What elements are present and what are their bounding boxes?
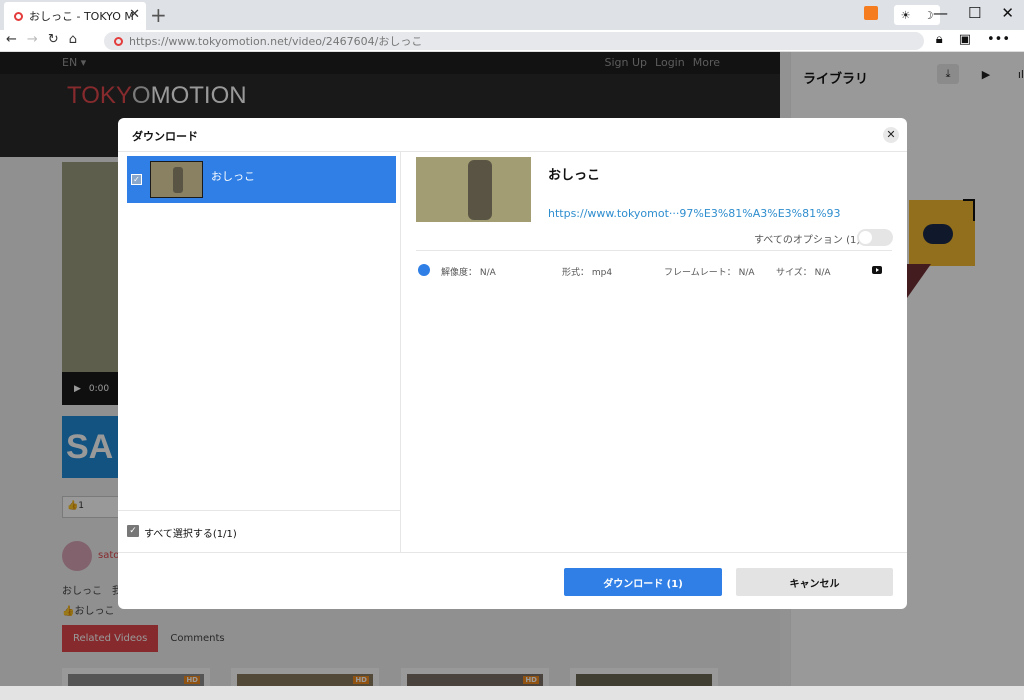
resolution-value: 解像度： N/A [441, 268, 496, 278]
divider [416, 250, 892, 251]
video-details: おしっこ https://www.tokyomot···97%E3%81%A3%… [402, 152, 907, 552]
gift-icon[interactable] [864, 6, 878, 20]
sun-icon[interactable]: ☀ [901, 9, 911, 22]
format-value: 形式： mp4 [562, 268, 613, 278]
download-button[interactable]: ダウンロード (1) [564, 568, 722, 596]
detail-title: おしっこ [548, 168, 601, 183]
toolbar-right: 🔒︎ ▣ ••• [936, 32, 1010, 47]
reload-icon[interactable]: ↻ [48, 32, 59, 47]
url-bar[interactable]: https://www.tokyomotion.net/video/246760… [104, 32, 924, 50]
list-item[interactable]: ✓ おしっこ [127, 156, 396, 203]
download-dialog: ダウンロード ✕ ✓ おしっこ ✓ すべて選択する(1/1) おしっこ http… [118, 118, 907, 609]
home-icon[interactable]: ⌂ [69, 32, 77, 47]
size-value: サイズ： N/A [776, 268, 831, 278]
dialog-footer: ダウンロード (1) キャンセル [118, 552, 907, 609]
window-controls: — ☐ ✕ [933, 4, 1014, 22]
detail-url[interactable]: https://www.tokyomot···97%E3%81%A3%E3%81… [548, 207, 841, 220]
nav-buttons: ← → ↻ ⌂ [6, 32, 77, 47]
all-options-label: すべてのオプション (1) [754, 235, 861, 246]
site-favicon-icon [14, 11, 23, 21]
tab-title: おしっこ - TOKYO M [29, 10, 134, 23]
detail-thumbnail [416, 157, 531, 222]
select-all-row: ✓ すべて選択する(1/1) [118, 510, 401, 552]
format-radio[interactable] [418, 264, 430, 276]
browser-tab[interactable]: おしっこ - TOKYO M ✕ [4, 2, 146, 30]
url-text: https://www.tokyomotion.net/video/246760… [129, 35, 423, 48]
youtube-icon [872, 266, 882, 274]
tab-bar: おしっこ - TOKYO M ✕ + ☀ ☽ — ☐ ✕ [0, 0, 1024, 30]
downloader-icon[interactable]: ▣ [959, 32, 971, 47]
cancel-button[interactable]: キャンセル [736, 568, 893, 596]
site-security-icon [114, 36, 123, 46]
minimize-icon[interactable]: — [933, 4, 948, 22]
item-title: おしっこ [211, 170, 255, 183]
tab-close-icon[interactable]: ✕ [129, 7, 140, 22]
dialog-close-icon[interactable]: ✕ [883, 127, 899, 143]
window-close-icon[interactable]: ✕ [1001, 4, 1014, 22]
status-bar [0, 686, 1024, 700]
forward-icon[interactable]: → [27, 32, 38, 47]
all-options-toggle[interactable] [857, 229, 893, 246]
video-list: ✓ おしっこ ✓ すべて選択する(1/1) [118, 152, 401, 552]
more-icon[interactable]: ••• [987, 32, 1010, 47]
format-option-row[interactable]: 解像度： N/A 形式： mp4 フレームレート： N/A サイズ： N/A [416, 259, 892, 281]
back-icon[interactable]: ← [6, 32, 17, 47]
select-all-label[interactable]: すべて選択する(1/1) [144, 525, 237, 540]
dialog-title: ダウンロード [132, 130, 198, 143]
address-row: ← → ↻ ⌂ https://www.tokyomotion.net/vide… [0, 30, 1024, 52]
lock-icon[interactable]: 🔒︎ [936, 32, 943, 47]
item-thumbnail [150, 161, 203, 198]
moon-icon[interactable]: ☽ [924, 9, 934, 22]
new-tab-button[interactable]: + [150, 3, 167, 27]
item-checkbox[interactable]: ✓ [131, 174, 142, 185]
select-all-checkbox[interactable]: ✓ [127, 525, 139, 537]
maximize-icon[interactable]: ☐ [968, 4, 981, 22]
framerate-value: フレームレート： N/A [664, 268, 755, 278]
